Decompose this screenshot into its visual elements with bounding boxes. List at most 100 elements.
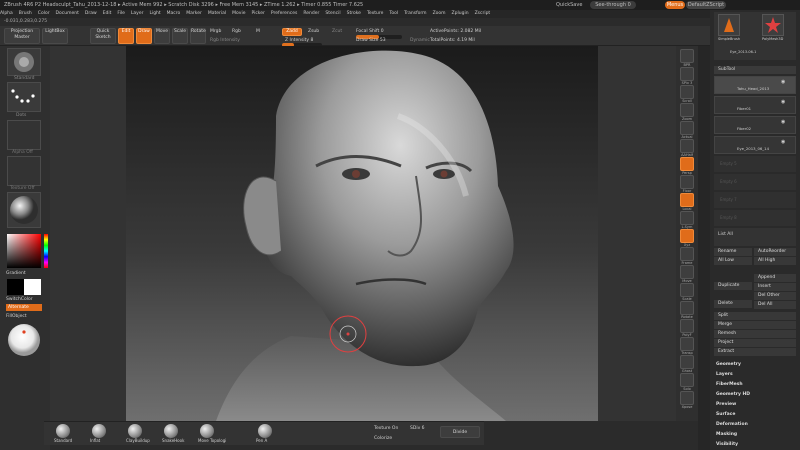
merge-button[interactable]: Merge (714, 321, 796, 329)
subtool-item[interactable]: Fiber01 ◉ (714, 96, 796, 114)
brush-inflat-button[interactable] (92, 424, 106, 438)
menu-draw[interactable]: Draw (85, 11, 97, 16)
menu-light[interactable]: Light (149, 11, 160, 16)
view-button-polyf[interactable] (680, 319, 694, 333)
view-button-scroll[interactable] (680, 85, 694, 99)
visibility-eye-icon[interactable]: ◉ (781, 99, 785, 105)
menu-alpha[interactable]: Alpha (0, 11, 13, 16)
subtool-header[interactable]: SubTool (714, 66, 796, 74)
switch-color-button[interactable]: SwitchColor (6, 297, 33, 302)
sdiv-slider[interactable]: SDiv 6 (410, 426, 425, 431)
menu-material[interactable]: Material (208, 11, 226, 16)
view-button-rotate[interactable] (680, 301, 694, 315)
scale-button[interactable]: Scale (172, 28, 188, 44)
document-canvas[interactable] (126, 46, 598, 421)
subtool-item[interactable]: Fiber02 ◉ (714, 116, 796, 134)
brush-move-topologi-button[interactable] (200, 424, 214, 438)
quicksave-button[interactable]: QuickSave (556, 0, 582, 10)
view-button-local[interactable] (680, 193, 694, 207)
menu-edit[interactable]: Edit (103, 11, 112, 16)
section-layers[interactable]: Layers (716, 372, 796, 377)
section-geometry-hd[interactable]: Geometry HD (716, 392, 796, 397)
menu-movie[interactable]: Movie (232, 11, 245, 16)
simplebrush-tool[interactable] (718, 14, 740, 36)
brush-standard-button[interactable] (56, 424, 70, 438)
view-button-solo[interactable] (680, 373, 694, 387)
zadd-button[interactable]: Zadd (282, 28, 302, 36)
view-button-xyz[interactable] (680, 229, 694, 243)
remesh-button[interactable]: Remesh (714, 330, 796, 338)
draw-button[interactable]: Draw (136, 28, 152, 44)
rgb-button[interactable]: Rgb (232, 29, 241, 34)
subtool-item[interactable]: Tahu_Head_2013 ◉ (714, 76, 796, 94)
subtool-empty-slot[interactable]: Empty 6 (714, 174, 796, 190)
hue-slider[interactable] (44, 234, 48, 268)
view-button-scale[interactable] (680, 283, 694, 297)
colorize-button[interactable]: Colorize (374, 436, 392, 441)
material-thumbnail[interactable] (7, 192, 41, 228)
brush-claybuildup-button[interactable] (128, 424, 142, 438)
menu-stroke[interactable]: Stroke (347, 11, 361, 16)
menu-picker[interactable]: Picker (251, 11, 264, 16)
color-preview-sphere[interactable] (7, 322, 41, 358)
view-button-move[interactable] (680, 265, 694, 279)
section-preview[interactable]: Preview (716, 402, 796, 407)
view-button-floor[interactable] (680, 175, 694, 189)
subtool-item[interactable]: Eye_2013_06_14 ◉ (714, 136, 796, 154)
subtool-empty-slot[interactable]: Empty 7 (714, 192, 796, 208)
zsub-button[interactable]: Zsub (308, 29, 319, 34)
menu-tool[interactable]: Tool (389, 11, 398, 16)
visibility-eye-icon[interactable]: ◉ (781, 79, 785, 85)
view-button-zoom[interactable] (680, 103, 694, 117)
lightbox-button[interactable]: LightBox (42, 28, 68, 44)
visibility-eye-icon[interactable]: ◉ (781, 139, 785, 145)
menu-preferences[interactable]: Preferences (271, 11, 297, 16)
menu-brush[interactable]: Brush (19, 11, 32, 16)
auto-reorder-button[interactable]: AutoReorder (754, 248, 796, 256)
insert-button[interactable]: Insert (754, 283, 796, 291)
rename-button[interactable]: Rename (714, 248, 752, 256)
duplicate-button[interactable]: Duplicate (714, 282, 752, 290)
projection-master-button[interactable]: Projection Master (4, 28, 40, 44)
stroke-thumbnail[interactable] (7, 82, 41, 112)
mrgb-button[interactable]: Mrgb (210, 29, 221, 34)
see-through-slider[interactable]: See-through 0 (590, 1, 636, 9)
section-surface[interactable]: Surface (716, 412, 796, 417)
section-visibility[interactable]: Visibility (716, 442, 796, 447)
draw-size-slider[interactable]: Draw Size 53 (356, 38, 386, 43)
menu-macro[interactable]: Macro (167, 11, 181, 16)
brush-thumbnail[interactable] (7, 48, 41, 76)
all-high-button[interactable]: All High (754, 257, 796, 265)
rgb-intensity-slider[interactable]: Rgb Intensity (210, 38, 240, 43)
del-other-button[interactable]: Del Other (754, 292, 796, 300)
view-button-spix-3[interactable] (680, 67, 694, 81)
fill-object-button[interactable]: FillObject (6, 314, 27, 319)
quick-sketch-button[interactable]: Quick Sketch (90, 28, 116, 44)
menu-document[interactable]: Document (56, 11, 79, 16)
menu-zplugin[interactable]: Zplugin (452, 11, 469, 16)
append-button[interactable]: Append (754, 274, 796, 282)
section-geometry[interactable]: Geometry (716, 362, 796, 367)
menu-zoom[interactable]: Zoom (433, 11, 446, 16)
focal-shift-slider[interactable]: Focal Shift 0 (356, 29, 384, 34)
menu-zscript[interactable]: Zscript (475, 11, 491, 16)
menu-file[interactable]: File (117, 11, 125, 16)
del-all-button[interactable]: Del All (754, 301, 796, 309)
all-low-button[interactable]: All Low (714, 257, 752, 265)
menu-transform[interactable]: Transform (404, 11, 426, 16)
menus-button[interactable]: Menus (665, 1, 685, 9)
zcut-button[interactable]: Zcut (332, 29, 342, 34)
polymesh3d-tool[interactable] (762, 14, 784, 36)
section-masking[interactable]: Masking (716, 432, 796, 437)
section-fibermesh[interactable]: FiberMesh (716, 382, 796, 387)
view-button-ghost[interactable] (680, 355, 694, 369)
menu-stencil[interactable]: Stencil (325, 11, 340, 16)
view-button-bpr[interactable] (680, 49, 694, 63)
move-button[interactable]: Move (154, 28, 170, 44)
edit-button[interactable]: Edit (118, 28, 134, 44)
view-button-transp[interactable] (680, 337, 694, 351)
menu-texture[interactable]: Texture (367, 11, 383, 16)
menu-layer[interactable]: Layer (131, 11, 144, 16)
list-all-button[interactable]: List All (718, 232, 733, 237)
texture-on-button[interactable]: Texture On (374, 426, 398, 431)
